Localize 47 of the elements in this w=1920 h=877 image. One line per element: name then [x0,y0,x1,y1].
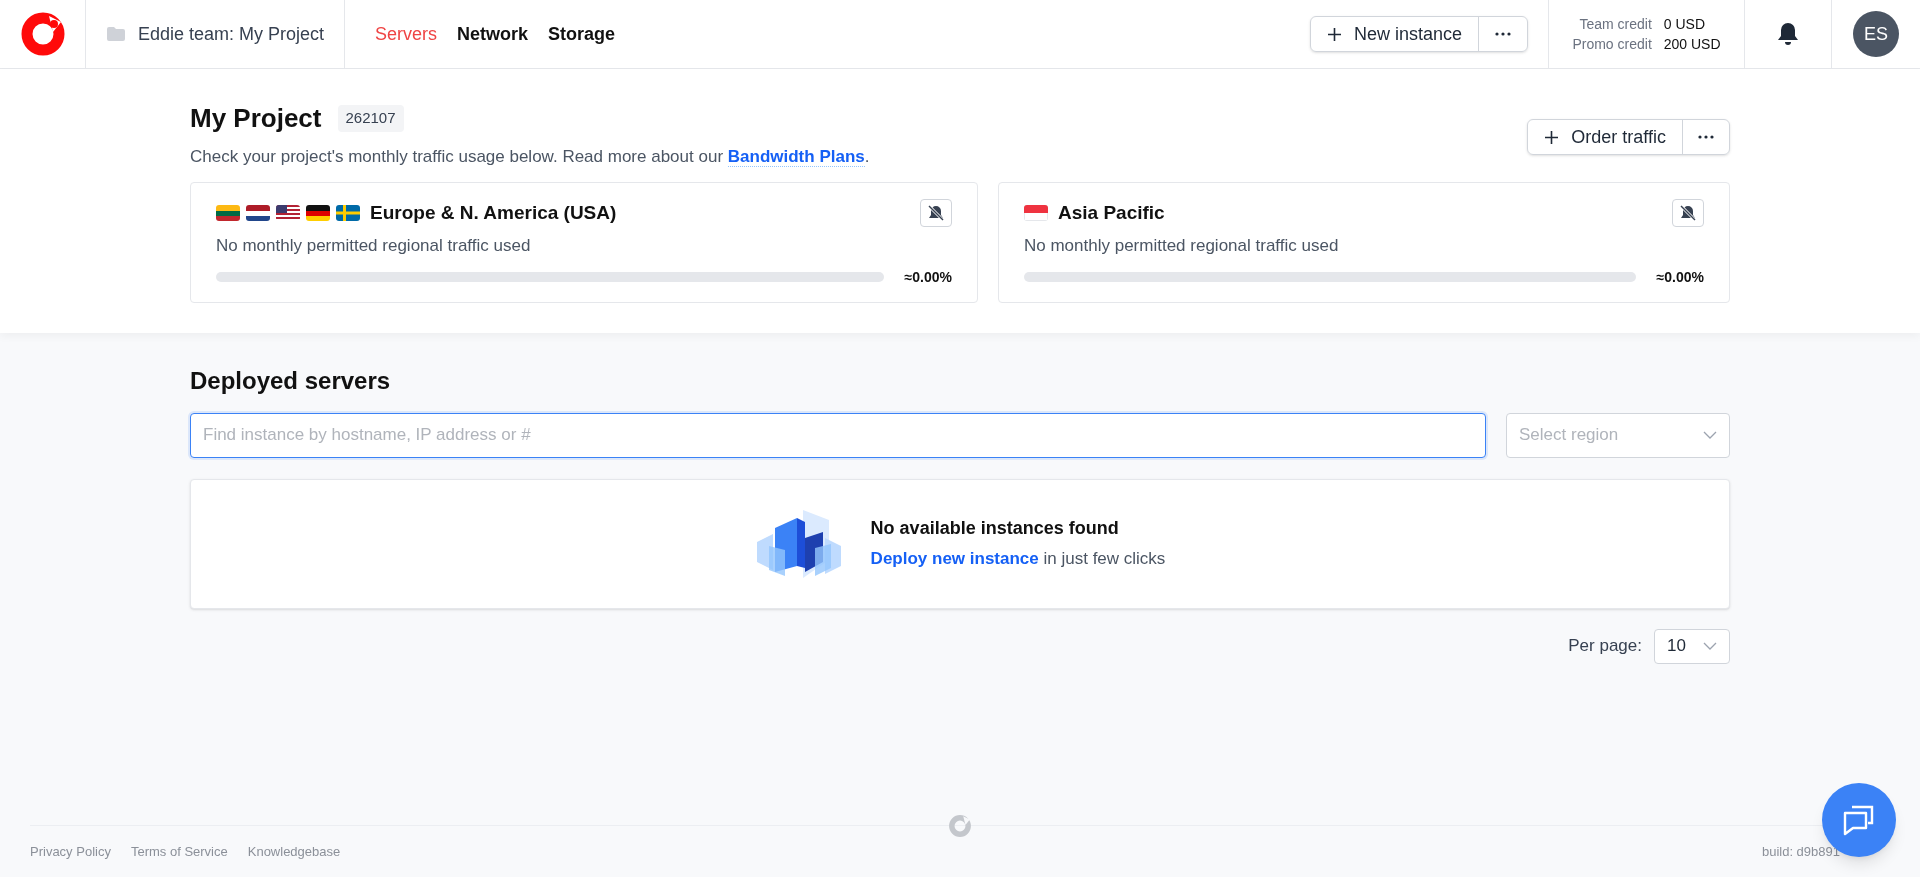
project-name[interactable]: Eddie team: My Project [138,20,325,48]
section-title: Deployed servers [190,365,392,396]
usage-reading: ≈0.00% [1655,267,1704,287]
nav-tab[interactable]: Network [457,20,529,48]
credit-label: Team credit [1578,15,1652,34]
usage-reading: ≈0.00% [903,267,952,287]
per-page-label: Per page: [1568,635,1642,658]
flag-icon [246,204,270,221]
region-name: Europe & N. America (USA) [370,200,617,225]
deploy-link[interactable]: Deploy new instance [870,549,1039,569]
project-title: My Project [190,102,322,135]
folder-icon [106,26,126,42]
flag-icon [276,204,300,221]
credit-value: 200 USD [1663,35,1722,54]
plus-icon [1326,26,1342,42]
nav-tab[interactable]: Servers [375,20,438,48]
empty-hint: in just few clicks [1042,549,1166,569]
bell-off-icon [1680,204,1696,221]
avatar[interactable]: ES [1853,11,1899,57]
region-name: Asia Pacific [1058,200,1165,225]
empty-title: No available instances found [870,517,1120,541]
more-icon [1495,32,1511,36]
chevron-down-icon [1703,642,1717,650]
logo-icon[interactable] [20,12,65,56]
flag-icon [216,204,240,221]
mute-alerts-button[interactable] [1672,198,1704,227]
per-page-select[interactable]: 10 [1654,628,1730,664]
mute-alerts-button[interactable] [920,198,952,227]
plus-icon [1544,129,1560,145]
flag-icon [336,204,360,221]
flag-icon [1024,204,1048,221]
usage-text: No monthly permitted regional traffic used [216,235,532,257]
credit-label: Promo credit [1571,35,1652,54]
more-icon [1698,135,1714,139]
build-version: build: d9b891 [1761,843,1840,861]
search-field[interactable]: Find instance by hostname, IP address or # [190,412,1486,458]
bell-off-icon [928,204,944,221]
chat-icon [1842,804,1876,836]
project-id: 262107 [337,105,404,132]
usage-text: No monthly permitted regional traffic used [1024,235,1340,257]
bell-icon[interactable] [1777,22,1799,46]
credit-value: 0 USD [1663,15,1706,34]
flag-icon [306,204,330,221]
nav-tab[interactable]: Storage [548,20,616,48]
bandwidth-plans-link[interactable]: Bandwidth Plans [727,147,865,167]
chevron-down-icon [1703,431,1717,439]
project-description: Check your project's monthly traffic usage below. Read more about our Bandwidth Plans. [190,146,870,169]
